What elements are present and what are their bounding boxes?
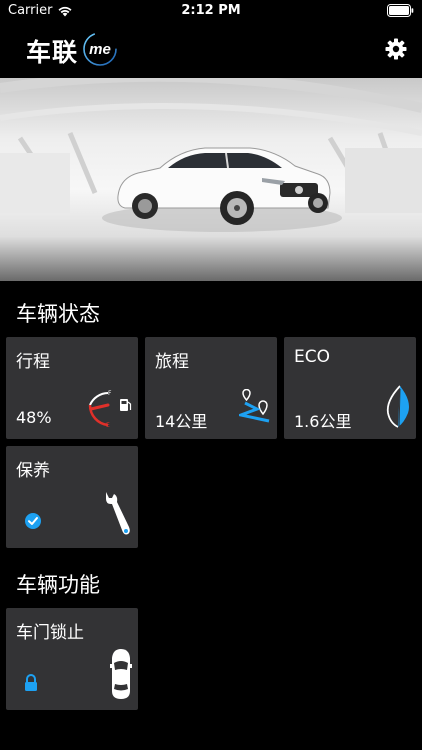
settings-button[interactable] bbox=[384, 37, 408, 61]
wrench-icon bbox=[106, 492, 130, 535]
fuel-pump-icon bbox=[120, 399, 132, 411]
vehicle-functions-title: 车辆功能 bbox=[16, 573, 100, 597]
tile-mileage-value: 48% bbox=[16, 408, 52, 427]
route-icon bbox=[239, 389, 270, 423]
tile-eco[interactable]: ECO 1.6公里 bbox=[284, 337, 416, 439]
tile-maintenance-label: 保养 bbox=[16, 461, 50, 481]
tile-trip[interactable]: 旅程 14公里 bbox=[145, 337, 277, 439]
gear-icon bbox=[385, 38, 407, 60]
tile-door-lock[interactable]: 车门锁止 bbox=[6, 608, 138, 710]
tile-mileage-label: 行程 bbox=[16, 352, 50, 372]
tile-mileage[interactable]: 行程 48% F E bbox=[6, 337, 138, 439]
vehicle-status-title: 车辆状态 bbox=[16, 302, 100, 326]
lock-icon bbox=[25, 674, 37, 691]
hero-car-image bbox=[0, 78, 422, 281]
checkmark-circle-icon bbox=[25, 513, 41, 529]
nav-bar: 车联 me bbox=[0, 22, 422, 77]
tile-trip-label: 旅程 bbox=[155, 352, 189, 372]
status-bar: Carrier 2:12 PM bbox=[0, 0, 422, 22]
tile-eco-label: ECO bbox=[294, 347, 330, 367]
car-top-view-icon bbox=[110, 649, 132, 699]
tile-trip-value: 14公里 bbox=[155, 412, 208, 431]
tile-maintenance[interactable]: 保养 bbox=[6, 446, 138, 548]
eco-leaf-icon bbox=[386, 385, 409, 428]
battery-icon bbox=[387, 4, 414, 21]
logo-text: me bbox=[89, 41, 111, 58]
mercedes-me-logo-icon: me bbox=[83, 32, 117, 66]
gauge-full-label: F bbox=[108, 390, 112, 397]
status-time: 2:12 PM bbox=[181, 3, 241, 18]
car-showroom-illustration bbox=[0, 78, 422, 232]
app-title: 车联 bbox=[26, 38, 79, 67]
tile-door-lock-label: 车门锁止 bbox=[16, 623, 84, 643]
gauge-empty-label: E bbox=[106, 422, 110, 429]
fuel-gauge-icon: F E bbox=[88, 390, 132, 429]
tile-eco-value: 1.6公里 bbox=[294, 412, 352, 431]
